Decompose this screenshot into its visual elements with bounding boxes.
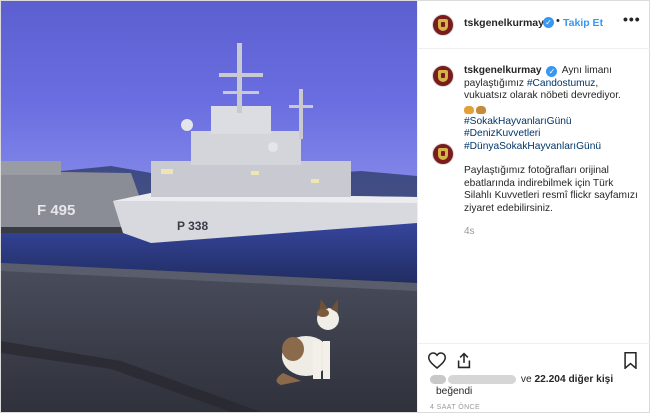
liker-avatar-blurred <box>430 374 446 384</box>
likes-count[interactable]: 22.204 diğer kişi <box>534 374 613 385</box>
heart-icon[interactable] <box>428 352 446 369</box>
comment-time[interactable]: 4s <box>464 226 475 237</box>
likes-prefix: ve <box>520 374 532 385</box>
harbor-scene: F 495 P 338 <box>1 43 417 412</box>
follow-button[interactable]: Takip Et <box>563 17 603 29</box>
likes-suffix: beğendi <box>436 386 473 397</box>
action-bar <box>418 343 650 373</box>
cat-emoji-icon <box>464 105 474 114</box>
comment-avatar[interactable] <box>432 143 454 165</box>
caption-avatar[interactable] <box>432 65 454 87</box>
dog-emoji-icon <box>476 105 486 114</box>
emoji-row <box>464 103 640 116</box>
post-side-panel: tskgenelkurmay ✓ • Takip Et ••• tskgenel… <box>417 1 650 412</box>
verified-icon: ✓ <box>546 66 558 77</box>
bookmark-icon[interactable] <box>623 352 638 369</box>
emblem-avatar[interactable] <box>432 14 454 36</box>
liker-name-blurred <box>448 374 516 384</box>
post-username[interactable]: tskgenelkurmay <box>464 17 544 29</box>
post-timestamp: 4 SAAT ÖNCE <box>430 404 481 411</box>
hashtag-candostumuz[interactable]: #Candostumuz <box>527 78 596 89</box>
share-icon[interactable] <box>456 352 472 369</box>
likes-summary[interactable]: ve 22.204 diğer kişi beğendi <box>430 374 645 397</box>
hull-number-f495: F 495 <box>37 202 75 219</box>
comment-text: Paylaştığımız fotoğrafları orijinal ebat… <box>464 165 638 214</box>
hull-number-p338: P 338 <box>177 219 208 233</box>
verified-icon: ✓ <box>543 17 554 28</box>
hashtag-sokak[interactable]: #SokakHayvanlarıGünü <box>464 116 640 129</box>
ship-p338: P 338 <box>113 43 417 243</box>
separator-dot: • <box>556 15 560 27</box>
hashtag-deniz[interactable]: #DenizKuvvetleri <box>464 128 640 141</box>
hashtag-dunya[interactable]: #DünyaSokakHayvanlarıGünü <box>464 141 640 154</box>
more-options-icon[interactable]: ••• <box>623 11 641 27</box>
post-photo[interactable]: F 495 P 338 <box>1 1 417 412</box>
caption-username[interactable]: tskgenelkurmay <box>464 65 542 76</box>
post-caption: tskgenelkurmay ✓ Aynı limanı paylaştığım… <box>464 65 640 154</box>
post-header: tskgenelkurmay ✓ • Takip Et ••• <box>418 1 650 49</box>
